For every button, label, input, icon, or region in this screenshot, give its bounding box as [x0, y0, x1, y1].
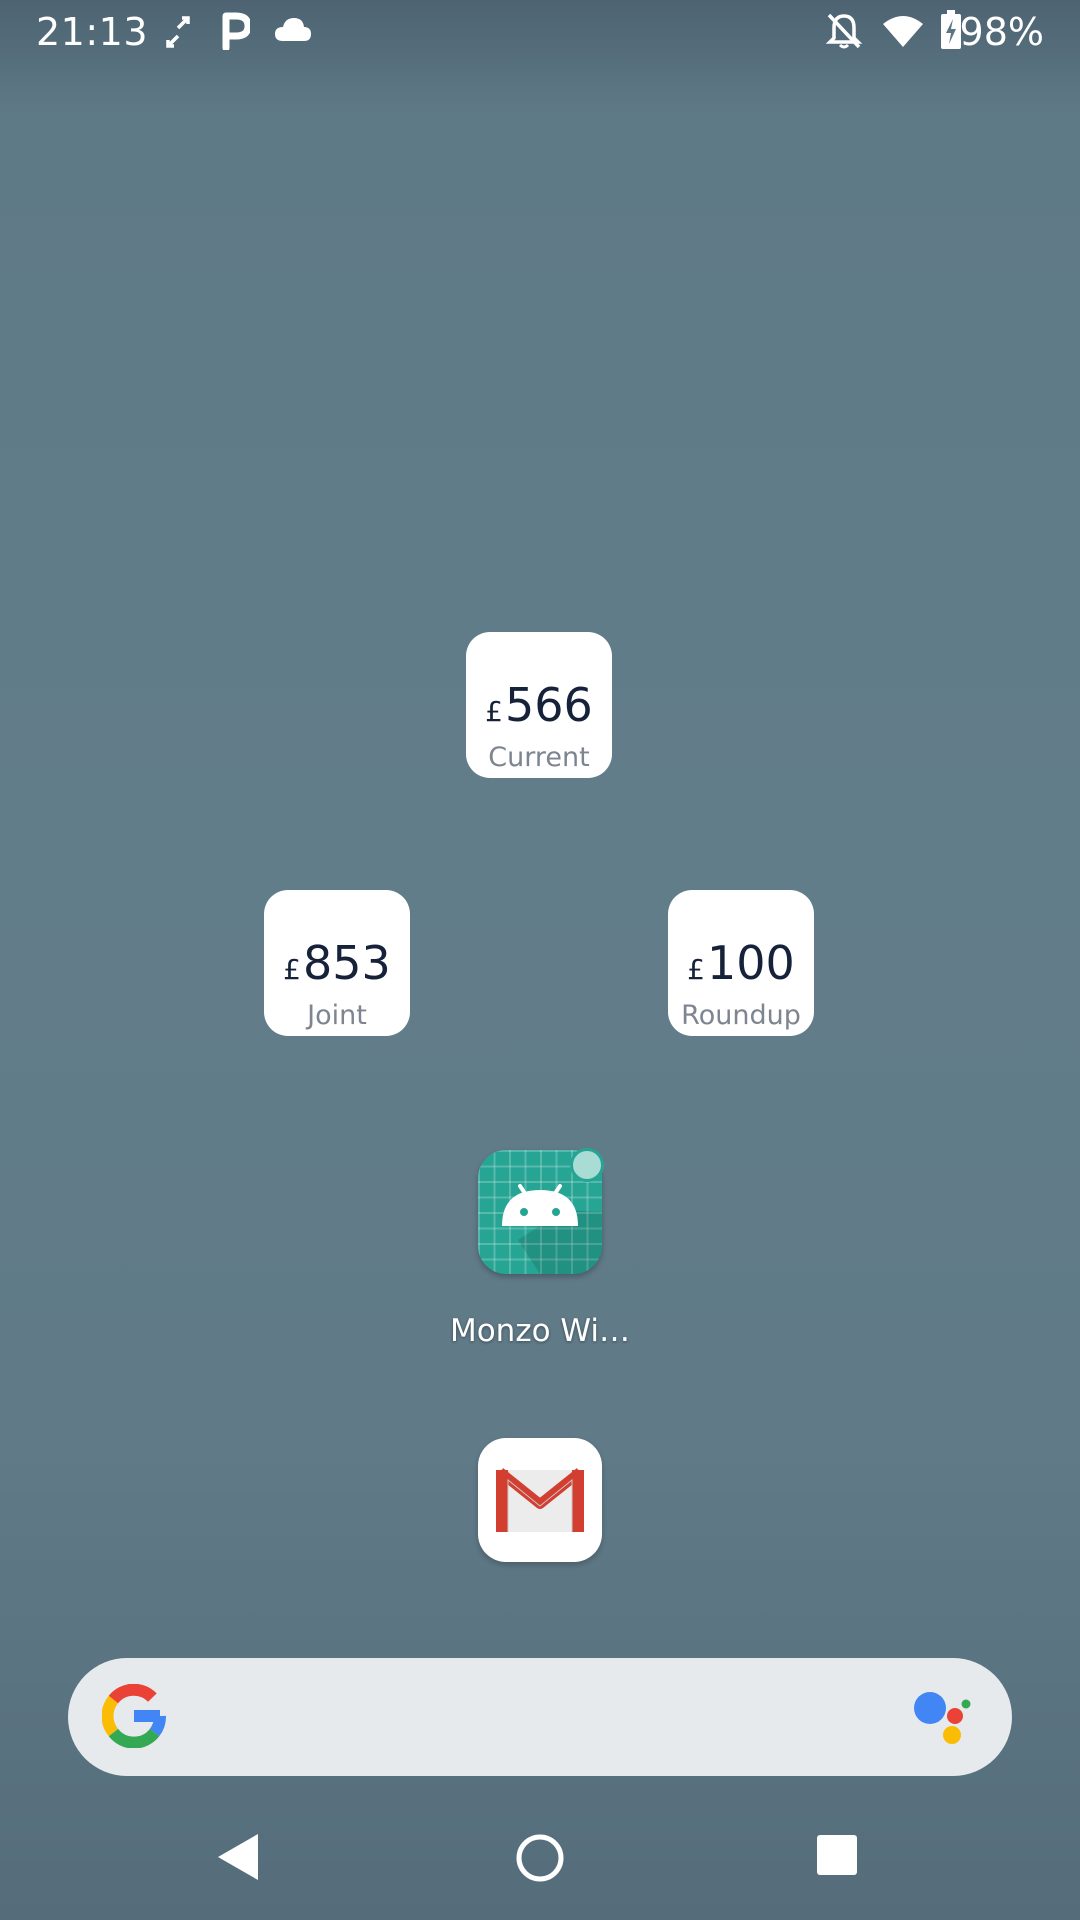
- status-bar: 21:13 98%: [0, 0, 1080, 64]
- wifi-icon: [882, 14, 924, 53]
- parking-icon: [220, 12, 252, 55]
- widget-joint-label: Joint: [307, 1000, 367, 1031]
- cloud-icon: [274, 16, 312, 47]
- sync-icon: [164, 14, 192, 55]
- widget-roundup-label: Roundup: [681, 1000, 801, 1031]
- navigation-bar: [0, 1800, 1080, 1920]
- back-icon[interactable]: [216, 1832, 260, 1887]
- monzo-widget-app-label[interactable]: Monzo Wi…: [420, 1313, 660, 1349]
- widget-roundup-amount: £100: [687, 936, 795, 990]
- google-assistant-icon[interactable]: [912, 1688, 972, 1753]
- widget-current-account[interactable]: £566 Current: [466, 632, 612, 778]
- google-g-icon[interactable]: [101, 1683, 166, 1753]
- status-time: 21:13: [36, 10, 149, 54]
- widget-current-label: Current: [488, 742, 590, 773]
- google-search-bar[interactable]: [68, 1658, 1012, 1776]
- battery-percentage: 98%: [959, 10, 1044, 54]
- widget-roundup-account[interactable]: £100 Roundup: [668, 890, 814, 1036]
- recents-icon[interactable]: [816, 1834, 858, 1881]
- widget-joint-amount: £853: [283, 936, 391, 990]
- notification-dot: [570, 1148, 604, 1182]
- gmail-envelope-icon: [496, 1468, 584, 1532]
- widget-joint-account[interactable]: £853 Joint: [264, 890, 410, 1036]
- home-icon[interactable]: [514, 1832, 566, 1889]
- gmail-icon[interactable]: [478, 1438, 602, 1562]
- widget-current-amount: £566: [485, 678, 593, 732]
- notifications-off-icon: [825, 12, 863, 55]
